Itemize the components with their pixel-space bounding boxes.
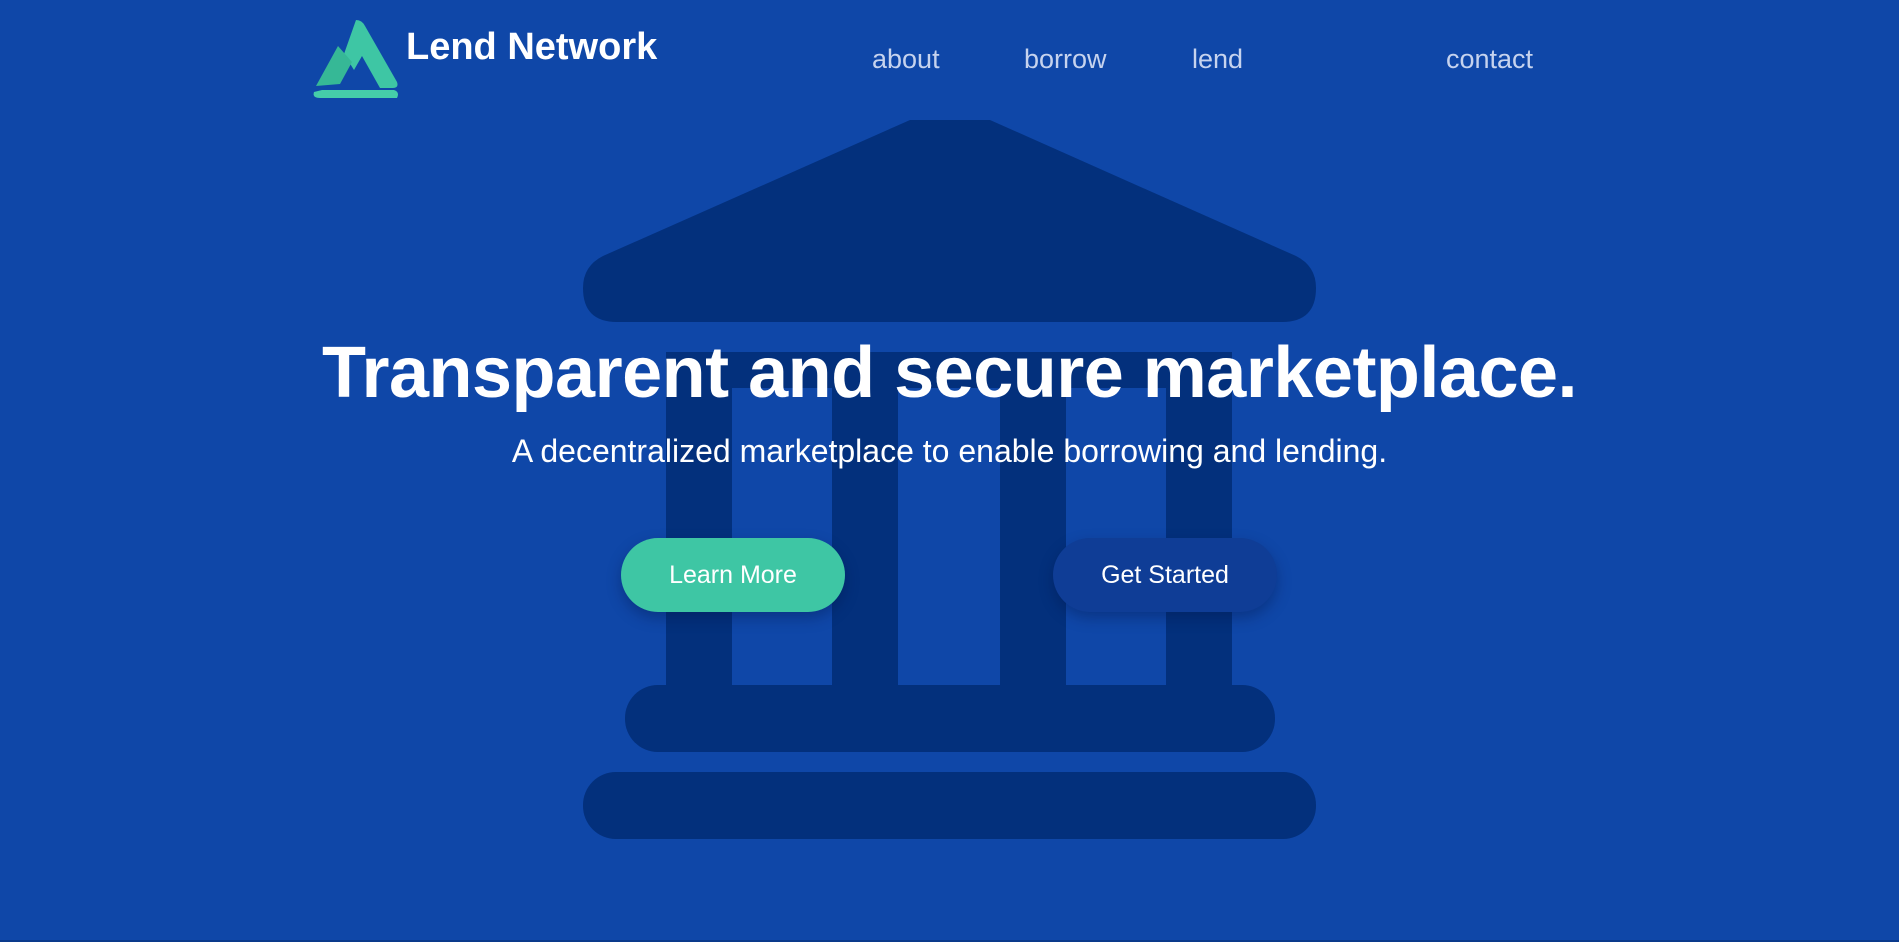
hero-subtitle: A decentralized marketplace to enable bo… [511,433,1388,469]
nav-link-contact[interactable]: contact [1446,46,1533,73]
nav-link-lend[interactable]: lend [1192,46,1243,73]
learn-more-button[interactable]: Learn More [621,538,845,612]
triangle-logo-icon [313,20,398,98]
brand-logo-link[interactable]: Lend Network [310,18,657,100]
landing-page: Lend Network about borrow lend contact T… [0,0,1899,942]
top-nav: Lend Network about borrow lend contact [0,0,1899,110]
nav-link-about[interactable]: about [872,46,940,73]
get-started-button[interactable]: Get Started [1053,538,1277,612]
bank-icon [583,120,1316,839]
hero-title: Transparent and secure marketplace. [321,333,1578,413]
brand-name: Lend Network [406,26,658,68]
nav-link-borrow[interactable]: borrow [1024,46,1107,73]
